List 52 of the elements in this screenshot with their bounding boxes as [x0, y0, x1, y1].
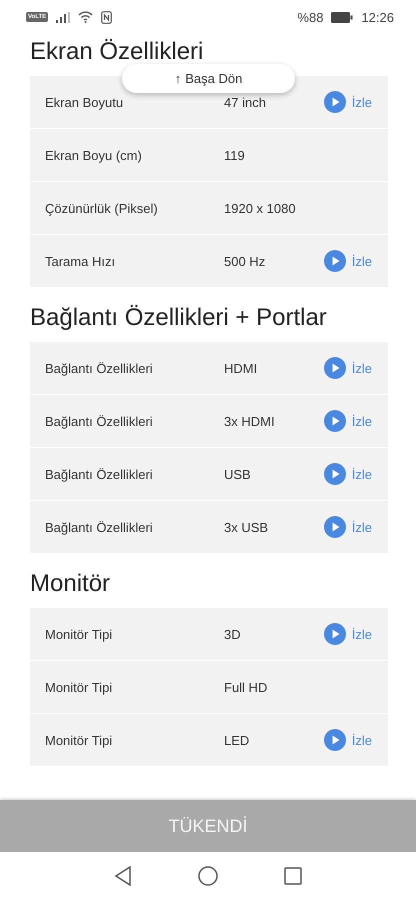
recents-icon[interactable] — [284, 867, 302, 885]
watch-button[interactable]: İzle — [324, 410, 372, 432]
nfc-icon — [101, 10, 112, 24]
play-icon — [324, 410, 346, 432]
watch-button[interactable]: İzle — [324, 463, 372, 485]
back-icon[interactable] — [114, 866, 132, 886]
play-icon — [324, 623, 346, 645]
home-icon[interactable] — [198, 866, 218, 886]
spec-label: Monitör Tipi — [45, 732, 114, 748]
spec-label: Çözünürlük (Piksel) — [45, 200, 159, 216]
play-icon — [324, 250, 346, 272]
spec-label: Bağlantı Özellikleri — [45, 520, 154, 534]
back-to-top-button[interactable]: ↑ Başa Dön — [122, 64, 295, 93]
spec-label: Bağlantı Özellikleri — [45, 466, 154, 482]
play-icon — [324, 357, 346, 379]
spec-label: Monitör Tipi — [45, 680, 114, 694]
spec-label: Tarama Hızı — [45, 254, 116, 268]
signal-icon — [56, 12, 70, 22]
spec-value: 3x HDMI — [224, 414, 276, 428]
play-icon — [324, 516, 346, 538]
watch-button[interactable]: İzle — [324, 357, 372, 379]
battery-icon — [331, 12, 354, 22]
section-heading: Bağlantı Özellikleri + Portlar — [30, 303, 328, 333]
spec-label: Ekran Boyu (cm) — [45, 148, 143, 162]
spec-value: USB — [224, 466, 252, 482]
play-icon — [324, 463, 346, 485]
spec-value: LED — [224, 732, 250, 748]
watch-button[interactable]: İzle — [324, 729, 372, 751]
spec-value: 500 Hz — [224, 254, 266, 268]
play-icon — [324, 91, 346, 113]
section-heading: Ekran Özellikleri — [30, 37, 204, 67]
spec-label: Monitör Tipi — [45, 626, 114, 642]
watch-button[interactable]: İzle — [324, 623, 372, 645]
spec-label: Bağlantı Özellikleri — [45, 360, 154, 376]
spec-value: HDMI — [224, 360, 258, 376]
spec-value: 3x USB — [224, 520, 270, 534]
clock-time: 12:26 — [361, 10, 394, 24]
watch-button[interactable]: İzle — [324, 91, 372, 113]
watch-button[interactable]: İzle — [324, 250, 372, 272]
section-heading: Monitör — [30, 569, 112, 599]
spec-value: 1920 x 1080 — [224, 200, 297, 216]
spec-label: Ekran Boyutu — [45, 94, 124, 110]
spec-value: 119 — [224, 148, 246, 162]
spec-label: Bağlantı Özellikleri — [45, 414, 154, 428]
spec-value: 3D — [224, 626, 242, 642]
spec-value: 47 inch — [224, 94, 267, 110]
spec-value: Full HD — [224, 680, 268, 694]
battery-percent: %88 — [297, 10, 324, 24]
wifi-icon — [78, 11, 94, 23]
watch-button[interactable]: İzle — [324, 516, 372, 538]
play-icon — [324, 729, 346, 751]
sold-out-button[interactable]: TÜKENDİ — [0, 800, 416, 852]
